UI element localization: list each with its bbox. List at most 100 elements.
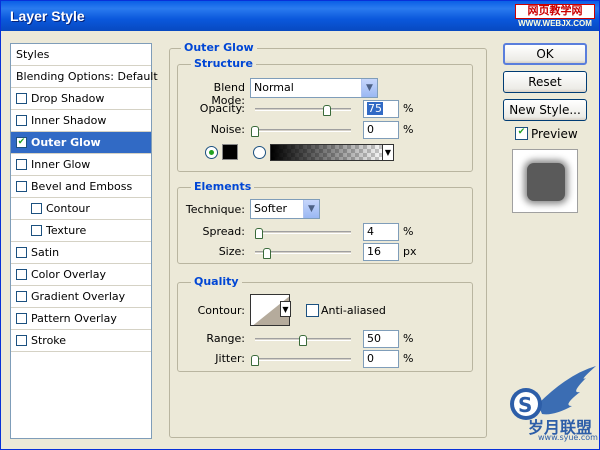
range-slider-thumb[interactable] bbox=[299, 335, 307, 346]
style-item-texture[interactable]: Texture bbox=[11, 220, 151, 242]
style-item-contour[interactable]: Contour bbox=[11, 198, 151, 220]
style-item-checkbox[interactable] bbox=[16, 92, 27, 104]
style-item-pattern-overlay[interactable]: Pattern Overlay bbox=[11, 308, 151, 330]
jitter-label: Jitter: bbox=[215, 352, 245, 365]
style-item-color-overlay[interactable]: Color Overlay bbox=[11, 264, 151, 286]
preview-swatch bbox=[527, 163, 565, 201]
style-item-checkbox[interactable] bbox=[31, 202, 42, 214]
opacity-input[interactable]: 75 bbox=[363, 100, 399, 118]
watermark-url: WWW.WEBJX.COM bbox=[518, 19, 592, 28]
noise-slider-thumb[interactable] bbox=[251, 126, 259, 137]
style-item-blending-options-default[interactable]: Blending Options: Default bbox=[11, 66, 158, 88]
style-item-inner-glow[interactable]: Inner Glow bbox=[11, 154, 151, 176]
anti-aliased-label: Anti-aliased bbox=[321, 304, 386, 317]
preview-label: Preview bbox=[531, 127, 578, 141]
styles-list: Styles Blending Options: Default Drop Shad… bbox=[10, 43, 158, 439]
title-bar: Layer Style 网页教学网 WWW.WEBJX.COM bbox=[1, 1, 599, 31]
size-slider-thumb[interactable] bbox=[263, 248, 272, 259]
jitter-slider-thumb[interactable] bbox=[251, 355, 259, 366]
jitter-input[interactable]: 0 bbox=[363, 350, 399, 368]
watermark-title: 网页教学网 bbox=[515, 4, 595, 19]
layer-style-dialog: Layer Style 网页教学网 WWW.WEBJX.COM Styles Bl… bbox=[0, 0, 600, 450]
noise-label: Noise: bbox=[210, 123, 245, 136]
style-item-checkbox[interactable] bbox=[16, 158, 27, 170]
logo-url: www.syue.com bbox=[538, 433, 598, 442]
chevron-down-icon: ▼ bbox=[361, 79, 377, 97]
style-item-label: Stroke bbox=[31, 334, 67, 347]
spread-label: Spread: bbox=[202, 225, 245, 238]
outer-glow-title: Outer Glow bbox=[181, 41, 257, 54]
ok-button[interactable]: OK bbox=[503, 43, 587, 65]
style-item-drop-shadow[interactable]: Drop Shadow bbox=[11, 88, 151, 110]
opacity-unit: % bbox=[403, 102, 414, 115]
range-unit: % bbox=[403, 332, 414, 345]
style-item-bevel-and-emboss[interactable]: Bevel and Emboss bbox=[11, 176, 151, 198]
style-item-checkbox[interactable] bbox=[16, 268, 27, 280]
style-item-stroke[interactable]: Stroke bbox=[11, 330, 151, 352]
style-item-checkbox[interactable] bbox=[16, 334, 27, 346]
chevron-down-icon: ▼ bbox=[303, 200, 319, 218]
spread-unit: % bbox=[403, 225, 414, 238]
style-item-label: Satin bbox=[31, 246, 60, 259]
range-input[interactable]: 50 bbox=[363, 330, 399, 348]
style-item-inner-shadow[interactable]: Inner Shadow bbox=[11, 110, 151, 132]
glow-color-swatch[interactable] bbox=[222, 144, 238, 160]
style-item-label: Color Overlay bbox=[31, 268, 106, 281]
range-label: Range: bbox=[206, 332, 245, 345]
opacity-label: Opacity: bbox=[199, 102, 245, 115]
spread-slider[interactable] bbox=[255, 231, 351, 234]
style-item-satin[interactable]: Satin bbox=[11, 242, 151, 264]
gradient-dropdown-arrow[interactable]: ▼ bbox=[382, 144, 394, 161]
style-item-label: Pattern Overlay bbox=[31, 312, 117, 325]
style-item-label: Inner Shadow bbox=[31, 114, 107, 127]
style-item-checkbox[interactable] bbox=[31, 224, 42, 236]
preview-thumbnail bbox=[512, 149, 578, 213]
style-item-gradient-overlay[interactable]: Gradient Overlay bbox=[11, 286, 151, 308]
opacity-slider-thumb[interactable] bbox=[323, 105, 331, 116]
quality-title: Quality bbox=[191, 275, 242, 288]
contour-dropdown-arrow[interactable]: ▼ bbox=[280, 301, 291, 317]
gradient-radio[interactable] bbox=[253, 146, 266, 159]
solid-color-radio[interactable] bbox=[205, 146, 218, 159]
technique-select[interactable]: Softer ▼ bbox=[250, 199, 320, 219]
watermark-top: 网页教学网 WWW.WEBJX.COM bbox=[515, 4, 595, 28]
technique-value: Softer bbox=[254, 202, 287, 215]
style-item-checkbox[interactable] bbox=[16, 290, 27, 302]
preview-checkbox[interactable]: ✔ bbox=[515, 127, 528, 140]
spread-input[interactable]: 4 bbox=[363, 223, 399, 241]
new-style-button[interactable]: New Style... bbox=[503, 99, 587, 121]
style-item-styles[interactable]: Styles bbox=[11, 44, 151, 66]
elements-title: Elements bbox=[191, 180, 255, 193]
watermark-logo: S 岁月联盟 www.syue.com bbox=[498, 364, 598, 446]
style-item-label: Styles bbox=[16, 48, 50, 61]
style-item-label: Drop Shadow bbox=[31, 92, 105, 105]
technique-label: Technique: bbox=[185, 203, 245, 216]
jitter-unit: % bbox=[403, 352, 414, 365]
style-item-checkbox[interactable] bbox=[16, 246, 27, 258]
opacity-slider[interactable] bbox=[255, 108, 351, 111]
style-item-label: Contour bbox=[46, 202, 90, 215]
style-item-checkbox[interactable]: ✔ bbox=[16, 136, 27, 148]
spread-slider-thumb[interactable] bbox=[254, 228, 263, 239]
glow-gradient-picker[interactable] bbox=[270, 144, 386, 161]
style-item-checkbox[interactable] bbox=[16, 114, 27, 126]
noise-slider[interactable] bbox=[255, 129, 351, 132]
anti-aliased-checkbox[interactable] bbox=[306, 304, 319, 317]
contour-label: Contour: bbox=[197, 304, 245, 317]
size-input[interactable]: 16 bbox=[363, 243, 399, 261]
style-item-label: Texture bbox=[46, 224, 87, 237]
noise-unit: % bbox=[403, 123, 414, 136]
jitter-slider[interactable] bbox=[255, 358, 351, 361]
blend-mode-select[interactable]: Normal ▼ bbox=[250, 78, 378, 98]
style-item-label: Bevel and Emboss bbox=[31, 180, 133, 193]
opacity-value: 75 bbox=[367, 102, 383, 115]
structure-title: Structure bbox=[191, 57, 256, 70]
style-item-checkbox[interactable] bbox=[16, 180, 27, 192]
reset-button[interactable]: Reset bbox=[503, 71, 587, 93]
blend-mode-value: Normal bbox=[254, 81, 294, 94]
window-title: Layer Style bbox=[10, 8, 85, 24]
noise-input[interactable]: 0 bbox=[363, 121, 399, 139]
style-item-label: Inner Glow bbox=[31, 158, 91, 171]
style-item-outer-glow[interactable]: ✔ Outer Glow bbox=[11, 132, 151, 154]
style-item-checkbox[interactable] bbox=[16, 312, 27, 324]
